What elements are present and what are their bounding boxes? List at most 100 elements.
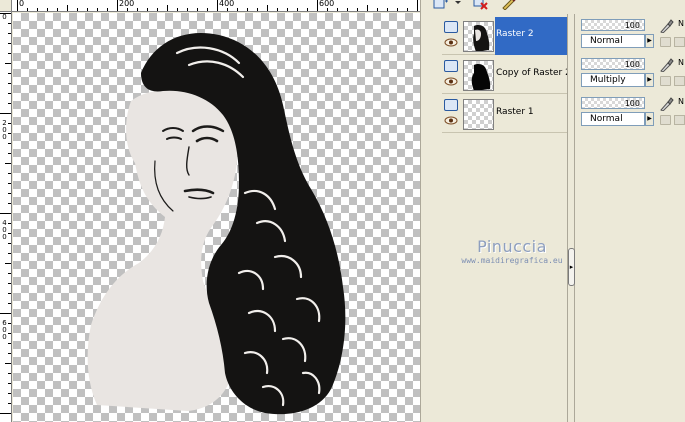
- ruler-tick: [8, 153, 11, 154]
- layer-name-area[interactable]: Raster 2: [495, 17, 568, 55]
- layer-icons: [442, 95, 462, 133]
- ruler-tick: [217, 0, 218, 11]
- layer-icons: [442, 17, 462, 55]
- layer-row-raster-1[interactable]: Raster 1: [442, 95, 568, 133]
- eye-icon[interactable]: [444, 38, 458, 47]
- ruler-tick: [107, 8, 108, 11]
- ruler-tick: [97, 8, 98, 11]
- ruler-tick: [8, 33, 11, 34]
- ruler-corner: [0, 0, 12, 12]
- paint-app-window: 0 200 400 600 0 2 0 0 4 0 0 6 0 0 Raster…: [0, 0, 685, 422]
- brush-icon[interactable]: [658, 19, 674, 33]
- ruler-tick: [227, 8, 228, 11]
- ruler-tick: [8, 303, 11, 304]
- ruler-tick: [8, 293, 11, 294]
- ruler-tick: [307, 8, 308, 11]
- canvas-panel-splitter[interactable]: [420, 0, 430, 422]
- mask-icon[interactable]: [674, 37, 685, 47]
- ruler-tick: [157, 8, 158, 11]
- ruler-tick: [257, 8, 258, 11]
- ruler-tick: [8, 83, 11, 84]
- ruler-tick: [5, 163, 11, 164]
- blend-mode-select[interactable]: Normal: [581, 34, 645, 48]
- ruler-tick: [8, 133, 11, 134]
- ruler-tick: [8, 243, 11, 244]
- ruler-tick: [337, 8, 338, 11]
- mask-icon[interactable]: [674, 76, 685, 86]
- ruler-tick: [357, 8, 358, 11]
- ruler-tick: [317, 0, 318, 11]
- ruler-v-label: 0: [2, 13, 7, 21]
- layer-name-area[interactable]: Copy of Raster 2: [495, 56, 571, 94]
- layer-thumbnail: [463, 60, 494, 91]
- ruler-tick: [287, 8, 288, 11]
- ruler-tick: [8, 73, 11, 74]
- blend-mode-arrow-icon[interactable]: ▶: [645, 112, 654, 126]
- layer-thumbnail: [463, 21, 494, 52]
- layer-thumbnail: [463, 99, 494, 130]
- layer-name-area[interactable]: Raster 1: [495, 95, 568, 133]
- eye-icon[interactable]: [444, 116, 458, 125]
- ruler-tick: [377, 8, 378, 11]
- lock-icon[interactable]: [660, 115, 671, 125]
- ruler-tick: [8, 233, 11, 234]
- layer-name: Copy of Raster 2: [496, 68, 571, 78]
- new-layer-dropdown-icon[interactable]: [454, 0, 462, 12]
- blend-mode-arrow-icon[interactable]: ▶: [645, 34, 654, 48]
- ruler-tick: [5, 63, 11, 64]
- opacity-slider[interactable]: 100: [581, 19, 645, 31]
- ruler-tick: [8, 343, 11, 344]
- panel-divider[interactable]: [567, 14, 575, 422]
- raster-layer-icon: [444, 99, 458, 111]
- mask-icon[interactable]: [674, 115, 685, 125]
- ruler-tick: [0, 13, 11, 14]
- ruler-tick: [367, 5, 368, 11]
- new-layer-icon[interactable]: [432, 0, 450, 12]
- ruler-h-label: 200: [119, 0, 135, 8]
- ruler-tick: [8, 283, 11, 284]
- blend-mode-select[interactable]: Multiply: [581, 73, 645, 87]
- lock-icon[interactable]: [660, 37, 671, 47]
- opacity-value: 100: [624, 99, 640, 108]
- ruler-tick: [27, 8, 28, 11]
- layer-toggle-label[interactable]: N: [678, 19, 684, 29]
- ruler-tick: [187, 8, 188, 11]
- ruler-tick: [0, 413, 11, 414]
- blend-mode-value: Normal: [590, 114, 623, 124]
- ruler-tick: [5, 263, 11, 264]
- edit-icon[interactable]: [500, 0, 518, 12]
- horizontal-ruler: 0 200 400 600: [12, 0, 420, 12]
- layer-toggle-label[interactable]: N: [678, 58, 684, 68]
- lock-icon[interactable]: [660, 76, 671, 86]
- layer-row-copy-of-raster-2[interactable]: Copy of Raster 2: [442, 56, 571, 94]
- portrait-image: [87, 32, 346, 415]
- ruler-tick: [8, 333, 11, 334]
- brush-icon[interactable]: [658, 58, 674, 72]
- ruler-tick: [347, 8, 348, 11]
- delete-layer-icon[interactable]: [472, 0, 490, 12]
- layer-toggle-label[interactable]: N: [678, 97, 684, 107]
- image-canvas[interactable]: [13, 13, 420, 422]
- ruler-tick: [57, 8, 58, 11]
- ruler-tick: [8, 373, 11, 374]
- ruler-tick: [117, 0, 118, 11]
- layers-toolbar: [430, 0, 685, 14]
- layer-properties-raster-2: 100 Normal ▶ N: [580, 17, 685, 55]
- ruler-tick: [8, 323, 11, 324]
- layer-icons: [442, 56, 462, 94]
- ruler-tick: [417, 0, 418, 11]
- ruler-tick: [8, 403, 11, 404]
- eye-icon[interactable]: [444, 77, 458, 86]
- ruler-tick: [37, 8, 38, 11]
- blend-mode-select[interactable]: Normal: [581, 112, 645, 126]
- ruler-tick: [8, 173, 11, 174]
- ruler-h-label: 600: [319, 0, 335, 8]
- blend-mode-arrow-icon[interactable]: ▶: [645, 73, 654, 87]
- brush-icon[interactable]: [658, 97, 674, 111]
- layer-properties-copy-of-raster-2: 100 Multiply ▶ N: [580, 56, 685, 94]
- opacity-slider[interactable]: 100: [581, 58, 645, 70]
- ruler-tick: [87, 8, 88, 11]
- layer-row-raster-2[interactable]: Raster 2: [442, 17, 568, 55]
- ruler-tick: [247, 8, 248, 11]
- opacity-slider[interactable]: 100: [581, 97, 645, 109]
